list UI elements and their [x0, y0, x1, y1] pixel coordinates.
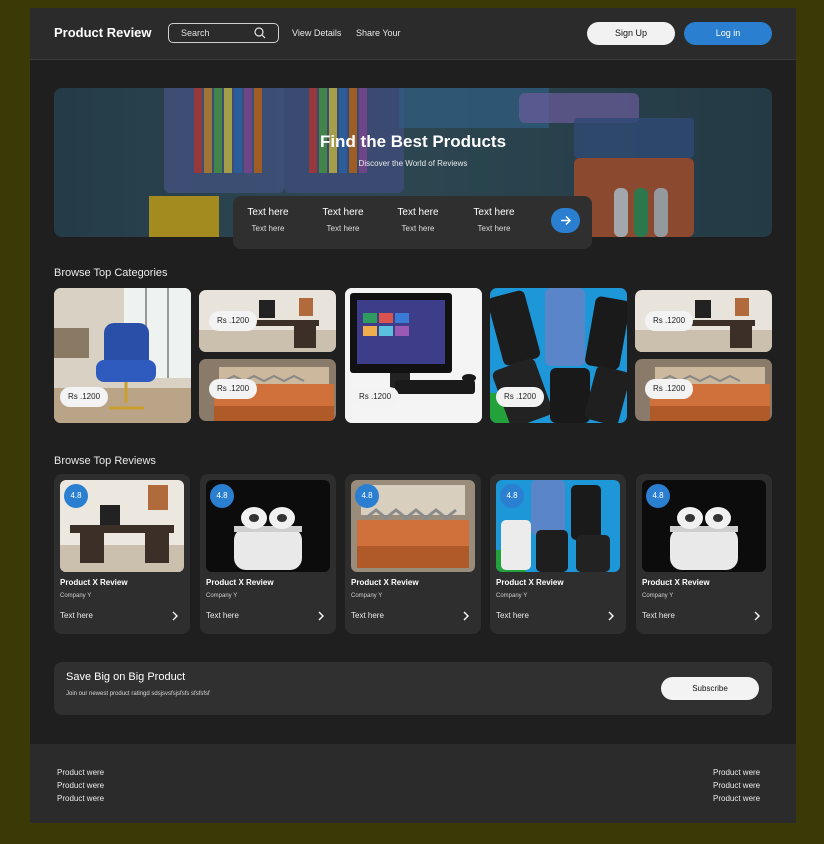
subscribe-banner: Save Big on Big Product Join our newest … — [54, 662, 772, 715]
category-card-phones[interactable]: Rs .1200 — [490, 288, 627, 423]
review-text: Text here — [206, 611, 239, 620]
search-placeholder: Search — [181, 28, 210, 38]
hero-info-sub: Text here — [326, 224, 360, 233]
chevron-right-icon[interactable] — [753, 611, 761, 621]
review-text: Text here — [496, 611, 529, 620]
categories-title: Browse Top Categories — [54, 267, 168, 279]
review-company: Company Y — [206, 593, 238, 599]
subscribe-description: Join our newest product ratingd sdsjsvsf… — [66, 691, 210, 697]
rating-badge: 4.8 — [646, 484, 670, 508]
hero-info-sub: Text here — [251, 224, 285, 233]
hero-info-main: Text here — [322, 207, 364, 218]
rating-badge: 4.8 — [64, 484, 88, 508]
review-card[interactable]: 4.8 Product X Review Company Y Text here — [200, 474, 336, 634]
review-title: Product X Review — [642, 578, 710, 587]
footer-link[interactable]: Product were — [57, 766, 104, 779]
chevron-right-icon[interactable] — [317, 611, 325, 621]
category-card-desk[interactable]: Rs .1200 — [199, 290, 336, 352]
category-card-computer[interactable]: Rs .1200 — [345, 288, 482, 423]
footer-link[interactable]: Product were — [57, 779, 104, 792]
review-title: Product X Review — [206, 578, 274, 587]
review-company: Company Y — [642, 593, 674, 599]
price-badge: Rs .1200 — [645, 379, 694, 399]
price-badge: Rs .1200 — [209, 379, 258, 399]
chevron-right-icon[interactable] — [462, 611, 470, 621]
footer-link[interactable]: Product were — [57, 792, 104, 805]
review-company: Company Y — [351, 593, 383, 599]
arrow-right-icon — [561, 215, 572, 226]
footer-link[interactable]: Product were — [713, 766, 760, 779]
rating-badge: 4.8 — [355, 484, 379, 508]
review-card[interactable]: 4.8 Product X Review Company Y Text here — [490, 474, 626, 634]
header: Product Review Search View Details Share… — [30, 8, 796, 60]
brand-logo[interactable]: Product Review — [54, 25, 152, 40]
chevron-right-icon[interactable] — [171, 611, 179, 621]
review-title: Product X Review — [351, 578, 419, 587]
category-card-bed[interactable]: Rs .1200 — [635, 359, 772, 421]
search-icon[interactable] — [254, 27, 266, 39]
reviews-title: Browse Top Reviews — [54, 455, 156, 467]
review-card[interactable]: 4.8 Product X Review Company Y Text here — [54, 474, 190, 634]
price-badge: Rs .1200 — [60, 387, 109, 407]
price-badge: Rs .1200 — [351, 387, 400, 407]
subscribe-title: Save Big on Big Product — [66, 671, 186, 683]
footer-left-links: Product were Product were Product were — [57, 766, 104, 805]
subscribe-button[interactable]: Subscribe — [661, 677, 759, 700]
footer-right-links: Product were Product were Product were — [713, 766, 760, 805]
nav-share-your[interactable]: Share Your — [356, 28, 401, 38]
page: Product Review Search View Details Share… — [30, 8, 796, 823]
hero-info-item: Text here Text here — [313, 207, 373, 233]
category-card-chair[interactable]: Rs .1200 — [54, 288, 191, 423]
category-card-bed[interactable]: Rs .1200 — [199, 359, 336, 421]
footer: Product were Product were Product were P… — [30, 744, 796, 823]
hero-info-sub: Text here — [401, 224, 435, 233]
hero-subtitle: Discover the World of Reviews — [358, 159, 468, 168]
category-card-desk[interactable]: Rs .1200 — [635, 290, 772, 352]
hero-title: Find the Best Products — [319, 132, 507, 151]
nav-view-details[interactable]: View Details — [292, 28, 341, 38]
hero-info-item: Text here Text here — [464, 207, 524, 233]
login-button[interactable]: Log in — [684, 22, 772, 45]
review-text: Text here — [60, 611, 93, 620]
hero-info-sub: Text here — [477, 224, 511, 233]
hero-info-main: Text here — [247, 207, 289, 218]
hero-info-item: Text here Text here — [238, 207, 298, 233]
hero-next-button[interactable] — [551, 208, 580, 233]
rating-badge: 4.8 — [210, 484, 234, 508]
footer-link[interactable]: Product were — [713, 792, 760, 805]
review-title: Product X Review — [496, 578, 564, 587]
signup-button[interactable]: Sign Up — [587, 22, 675, 45]
review-company: Company Y — [496, 593, 528, 599]
price-badge: Rs .1200 — [645, 311, 694, 331]
review-card[interactable]: 4.8 Product X Review Company Y Text here — [636, 474, 772, 634]
price-badge: Rs .1200 — [496, 387, 545, 407]
rating-badge: 4.8 — [500, 484, 524, 508]
review-text: Text here — [351, 611, 384, 620]
hero-info-main: Text here — [473, 207, 515, 218]
review-title: Product X Review — [60, 578, 128, 587]
price-badge: Rs .1200 — [209, 311, 258, 331]
review-text: Text here — [642, 611, 675, 620]
hero-info-main: Text here — [397, 207, 439, 218]
footer-link[interactable]: Product were — [713, 779, 760, 792]
hero-info-panel: Text here Text here Text here Text here … — [233, 196, 592, 249]
chevron-right-icon[interactable] — [607, 611, 615, 621]
search-input[interactable]: Search — [168, 23, 279, 43]
review-card[interactable]: 4.8 Product X Review Company Y Text here — [345, 474, 481, 634]
review-company: Company Y — [60, 593, 92, 599]
hero-info-item: Text here Text here — [388, 207, 448, 233]
